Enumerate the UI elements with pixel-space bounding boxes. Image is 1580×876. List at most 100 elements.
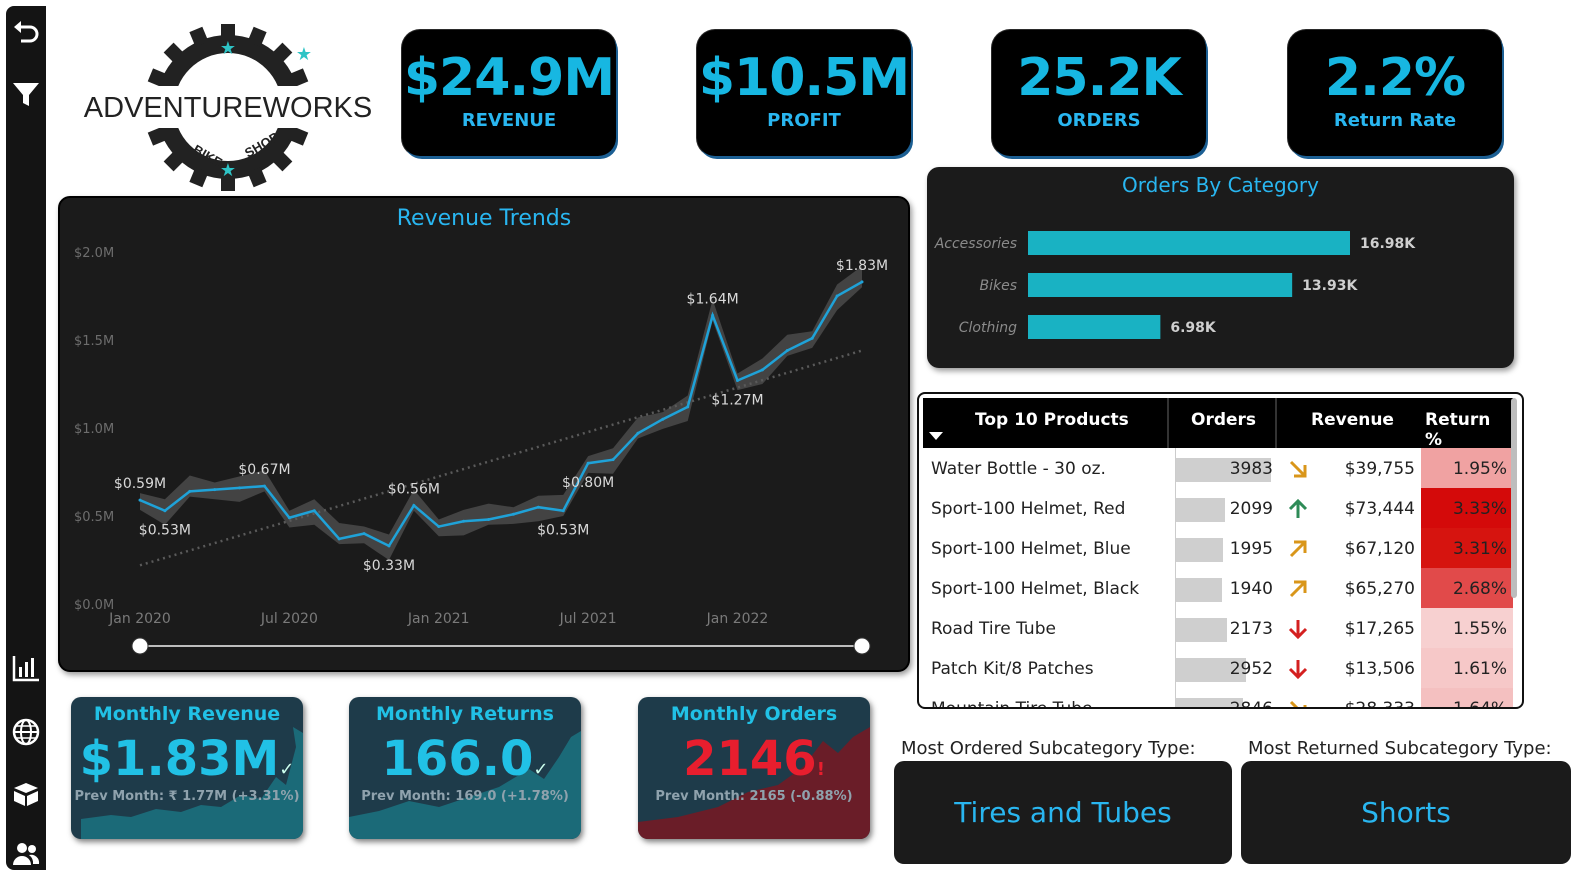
revenue-point [760, 368, 764, 372]
monthly-returns-title: Monthly Returns [376, 703, 554, 725]
y-tick-label: $0.0M [74, 598, 114, 613]
header-product[interactable]: Top 10 Products [975, 410, 1129, 430]
table-row[interactable]: Mountain Tire Tube 2846 $28,333 1.64% [923, 688, 1513, 709]
revenue-point [785, 349, 789, 353]
svg-text:★: ★ [296, 44, 312, 65]
product-name: Patch Kit/8 Patches [931, 659, 1094, 679]
kpi-value: 25.2K [1017, 48, 1182, 108]
kpi-label: PROFIT [767, 110, 841, 131]
date-slider-handle-end[interactable] [853, 637, 871, 655]
x-tick-label: Jan 2021 [407, 611, 470, 627]
return-pct-value: 1.64% [1452, 699, 1507, 709]
revenue-point [661, 417, 665, 421]
monthly-orders-value: 2146! [683, 731, 825, 787]
orders-value: 3983 [1229, 459, 1273, 479]
revenue-value: $73,444 [1344, 499, 1415, 519]
box-icon[interactable] [10, 778, 42, 810]
kpi-profit-card: $10.5M PROFIT [697, 30, 911, 156]
product-name: Road Tire Tube [931, 619, 1056, 639]
revenue-point [835, 294, 839, 298]
table-header: Top 10 Products Orders Revenue Return % [923, 398, 1513, 450]
trend-down-right-icon [1289, 700, 1307, 707]
monthly-returns-card: Monthly Returns 166.0✓ Prev Month: 169.0… [349, 697, 581, 839]
category-value-label: 6.98K [1170, 320, 1217, 336]
return-pct-value: 1.55% [1452, 619, 1507, 639]
kpi-value: 2.2% [1324, 48, 1466, 108]
revenue-point [736, 378, 740, 382]
monthly-revenue-prev: Prev Month: ₹ 1.77M (+3.31%) [74, 789, 300, 804]
back-arrow-icon[interactable] [10, 16, 42, 48]
revenue-point [387, 544, 391, 548]
revenue-point [238, 486, 242, 490]
table-row[interactable]: Road Tire Tube 2173 $17,265 1.55% [923, 608, 1513, 648]
sort-caret-icon[interactable] [929, 432, 943, 442]
table-scrollbar[interactable] [1511, 398, 1517, 598]
most-returned-value: Shorts [1361, 796, 1451, 829]
brand-logo: ★ ★ ★ ADVENTUREWORKS BIKE SHOP [80, 23, 376, 194]
logo-brand-text: ADVENTUREWORKS [84, 92, 372, 124]
category-value-label: 13.93K [1302, 278, 1358, 294]
data-label: $0.59M [114, 476, 166, 492]
monthly-orders-prev: Prev Month: 2165 (-0.88%) [655, 789, 853, 804]
table-row[interactable]: Sport-100 Helmet, Blue 1995 $67,120 3.31% [923, 528, 1513, 568]
data-label: $0.67M [238, 462, 290, 478]
revenue-value: $39,755 [1344, 459, 1415, 479]
revenue-value: $28,333 [1344, 699, 1415, 709]
globe-icon[interactable] [10, 716, 42, 748]
monthly-returns-prev: Prev Month: 169.0 (+1.78%) [361, 789, 569, 804]
revenue-point [686, 405, 690, 409]
y-tick-label: $0.5M [74, 510, 114, 525]
product-name: Water Bottle - 30 oz. [931, 459, 1106, 479]
revenue-value: $17,265 [1344, 619, 1415, 639]
table-row[interactable]: Water Bottle - 30 oz. 3983 $39,755 1.95% [923, 448, 1513, 488]
kpi-orders-card: 25.2K ORDERS [992, 30, 1206, 156]
x-tick-label: Jan 2020 [108, 611, 171, 627]
revenue-trends-chart: $2.0M $1.5M $1.0M $0.5M $0.0MJan 2020 Jul 202… [74, 246, 888, 655]
return-pct-value: 1.95% [1452, 459, 1507, 479]
table-row[interactable]: Sport-100 Helmet, Black 1940 $65,270 2.68% [923, 568, 1513, 608]
product-name: Mountain Tire Tube [931, 699, 1093, 709]
revenue-point [586, 461, 590, 465]
return-pct-value: 2.68% [1452, 579, 1507, 599]
category-label: Bikes [979, 278, 1017, 294]
kpi-value: $10.5M [698, 48, 910, 108]
orders-by-category-panel: Orders By Category Accessories 16.98K Bike… [927, 167, 1514, 368]
table-row[interactable]: Patch Kit/8 Patches 2952 $13,506 1.61% [923, 648, 1513, 688]
category-label: Accessories [934, 236, 1017, 252]
revenue-point [287, 516, 291, 520]
return-pct-value: 1.61% [1452, 659, 1507, 679]
top-products-table: Top 10 Products Orders Revenue Return % … [917, 392, 1524, 709]
revenue-point [163, 509, 167, 513]
orders-value: 2846 [1229, 699, 1273, 709]
orders-value: 1995 [1229, 539, 1273, 559]
most-returned-value-box: Shorts [1241, 761, 1571, 864]
revenue-point [138, 498, 142, 502]
revenue-value: $13,506 [1344, 659, 1415, 679]
revenue-value: $67,120 [1344, 539, 1415, 559]
category-bar [1028, 315, 1161, 339]
svg-text:★: ★ [220, 160, 236, 181]
kpi-label: Return Rate [1333, 110, 1457, 131]
return-pct-value: 3.31% [1452, 539, 1507, 559]
data-label: $1.83M [836, 258, 888, 274]
data-label: $1.64M [687, 291, 739, 307]
product-name: Sport-100 Helmet, Black [931, 579, 1140, 599]
category-bar [1028, 273, 1293, 297]
category-bar [1028, 231, 1350, 255]
filter-icon[interactable] [10, 78, 42, 110]
date-slider-handle-start[interactable] [131, 637, 149, 655]
header-orders[interactable]: Orders [1191, 410, 1256, 430]
monthly-orders-title: Monthly Orders [670, 703, 838, 725]
product-name: Sport-100 Helmet, Red [931, 499, 1126, 519]
header-return-pct[interactable]: Return % [1425, 410, 1513, 450]
users-icon[interactable] [10, 838, 42, 870]
header-revenue[interactable]: Revenue [1311, 410, 1394, 430]
bar-chart-icon[interactable] [10, 652, 42, 684]
y-tick-label: $1.0M [74, 422, 114, 437]
revenue-value: $65,270 [1344, 579, 1415, 599]
trend-down-right-icon [1289, 460, 1307, 478]
orders-value: 2173 [1229, 619, 1273, 639]
table-row[interactable]: Sport-100 Helmet, Red 2099 $73,444 3.33% [923, 488, 1513, 528]
category-label: Clothing [959, 320, 1017, 336]
trend-down-icon [1288, 620, 1308, 640]
